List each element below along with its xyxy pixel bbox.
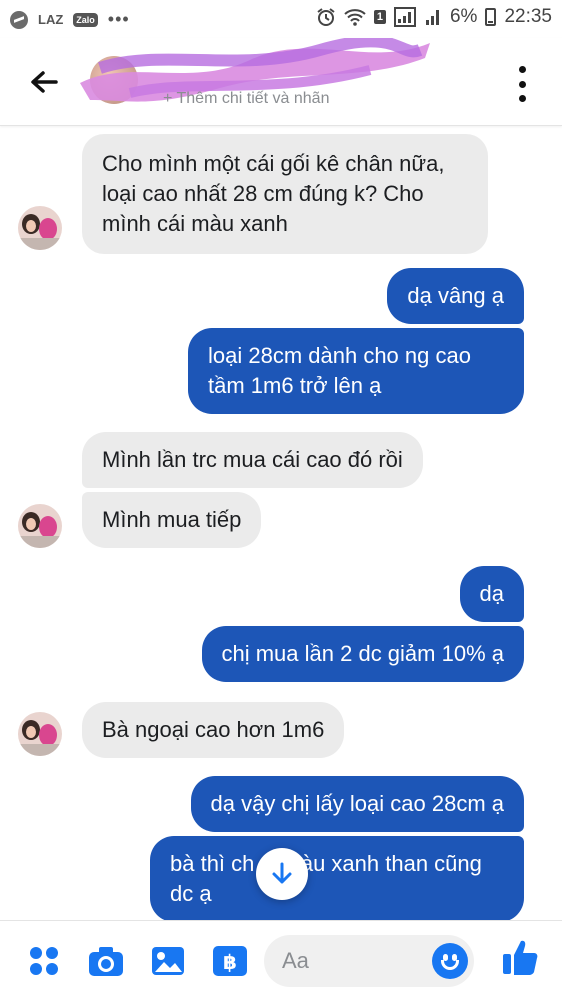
payment-button[interactable]: ฿ [212,943,248,979]
battery-icon [485,8,497,26]
composer-bar: ฿ [0,920,562,1000]
gallery-button[interactable] [150,943,186,979]
like-button[interactable] [502,939,538,975]
sim-badge: 1 [373,10,386,24]
message-input[interactable] [282,947,432,975]
back-button[interactable] [26,64,62,100]
signal-bars-icon [425,10,439,25]
message-incoming[interactable]: Cho mình một cái gối kê chân nữa, loại c… [82,134,488,254]
camera-icon [89,947,123,976]
back-arrow-icon [31,71,58,93]
scroll-to-bottom-button[interactable] [256,848,308,900]
message-outgoing[interactable]: chị mua lần 2 dc giảm 10% ạ [201,626,524,682]
clock: 22:35 [504,6,552,27]
message-outgoing[interactable]: dạ vậy chị lấy loại cao 28cm ạ [190,776,524,832]
add-details-link[interactable]: + Thêm chi tiết và nhãn [163,90,329,108]
contact-avatar-small [18,504,62,548]
messenger-icon [10,10,28,29]
message-incoming[interactable]: Mình mua tiếp [82,492,262,548]
emoji-icon[interactable] [432,943,468,979]
camera-button[interactable] [88,943,124,979]
more-notifications-icon: ••• [107,9,130,29]
message-outgoing[interactable]: dạ vâng ạ [387,268,524,324]
arrow-down-icon [272,862,292,884]
lazada-icon: LAZ [38,12,64,27]
message-thread[interactable]: Cho mình một cái gối kê chân nữa, loại c… [0,126,562,920]
contact-avatar-small [18,712,62,756]
contact-avatar-small [18,206,62,250]
conversation-header: + Thêm chi tiết và nhãn [0,38,562,126]
status-bar: LAZ Zalo ••• 1 6% 22:35 [0,0,562,38]
zalo-icon: Zalo [73,12,98,27]
wifi-icon [344,9,366,26]
more-options-button[interactable] [516,66,528,102]
gallery-icon [152,947,184,975]
signal-icon [393,7,416,27]
battery-percent: 6% [449,6,478,27]
message-outgoing[interactable]: loại 28cm dành cho ng cao tầm 1m6 trở lê… [188,328,524,414]
svg-text:฿: ฿ [223,950,237,974]
message-input-container[interactable] [264,935,474,987]
status-system: 1 6% 22:35 [316,6,552,28]
more-actions-button[interactable] [26,943,62,979]
message-incoming[interactable]: Mình lần trc mua cái cao đó rồi [82,432,423,488]
message-outgoing[interactable]: bà thì ch… màu xanh than cũng dc ạ [150,836,524,920]
alarm-icon [317,8,335,26]
menu-icon [30,947,58,975]
payment-icon: ฿ [213,946,247,976]
message-outgoing[interactable]: dạ [459,566,524,622]
status-notifications: LAZ Zalo ••• [10,9,130,30]
like-icon [503,940,538,975]
message-incoming[interactable]: Bà ngoại cao hơn 1m6 [82,702,345,758]
